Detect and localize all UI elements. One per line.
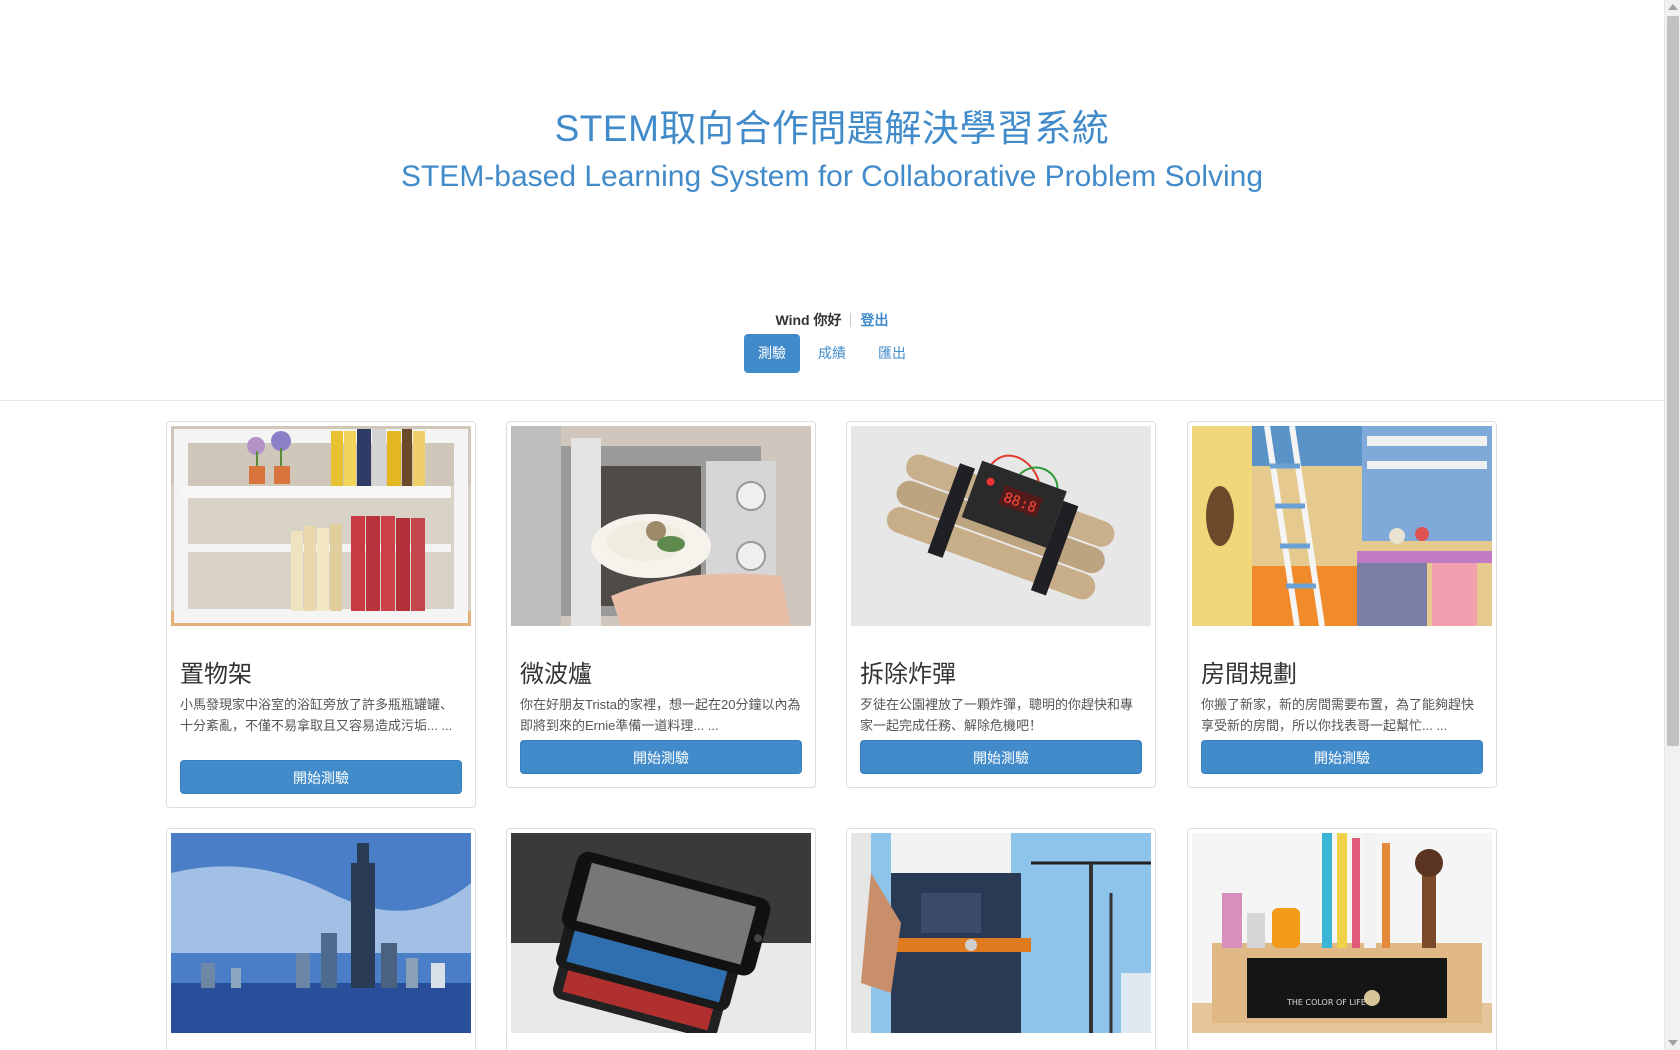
- card-description: 你搬了新家，新的房間需要布置，為了能夠趕快享受新的房間，所以你找表哥一起幫忙..…: [1201, 697, 1475, 733]
- card-worker: [846, 828, 1156, 1050]
- pen-holder-photo: THE COLOR OF LIFE: [1192, 833, 1492, 1033]
- card-title: 微波爐: [520, 660, 592, 688]
- bedroom-photo: [1192, 426, 1492, 626]
- construction-worker-photo: [851, 833, 1151, 1033]
- scroll-up-icon[interactable]: [1668, 4, 1678, 10]
- vertical-scrollbar[interactable]: [1664, 0, 1680, 1050]
- scroll-down-icon[interactable]: [1668, 1040, 1678, 1046]
- svg-text:THE COLOR OF LIFE: THE COLOR OF LIFE: [1286, 998, 1366, 1007]
- page-title-zh: STEM取向合作問題解決學習系統: [554, 108, 1110, 149]
- city-skyline-photo: [171, 833, 471, 1033]
- time-bomb-photo: 88:8: [851, 426, 1151, 626]
- card-description: 你在好朋友Trista的家裡，想一起在20分鐘以內為即將到來的Ernie準備一道…: [520, 697, 801, 733]
- card-pen-holder: THE COLOR OF LIFE: [1187, 828, 1497, 1050]
- card-bomb: 88:8 拆除炸彈 歹徒在公園裡放了一顆炸彈，聰明的你趕快和專家一起完成任務、解…: [846, 421, 1156, 788]
- card-description: 歹徒在公園裡放了一顆炸彈，聰明的你趕快和專家一起完成任務、解除危機吧！: [860, 697, 1134, 733]
- start-test-button[interactable]: 開始測驗: [1201, 740, 1483, 774]
- tab-test[interactable]: 測驗: [744, 334, 800, 373]
- microwave-photo: [511, 426, 811, 626]
- card-title: 置物架: [180, 660, 252, 688]
- page: STEM取向合作問題解決學習系統 STEM-based Learning Sys…: [0, 0, 1664, 1050]
- header: STEM取向合作問題解決學習系統 STEM-based Learning Sys…: [0, 0, 1664, 401]
- card-description: 小馬發現家中浴室的浴缸旁放了許多瓶瓶罐罐、十分紊亂，不僅不易拿取且又容易造成污垢…: [180, 697, 454, 733]
- logout-link[interactable]: 登出: [860, 312, 888, 328]
- main-nav: 測驗 成績 匯出: [0, 334, 1664, 373]
- card-phones: [506, 828, 816, 1050]
- card-title: 拆除炸彈: [860, 660, 956, 688]
- card-city: [166, 828, 476, 1050]
- tab-scores[interactable]: 成績: [804, 334, 860, 373]
- card-microwave: 微波爐 你在好朋友Trista的家裡，想一起在20分鐘以內為即將到來的Ernie…: [506, 421, 816, 788]
- user-bar: Wind 你好 登出: [0, 310, 1664, 330]
- page-title-en: STEM-based Learning System for Collabora…: [400, 160, 1264, 193]
- card-room: 房間規劃 你搬了新家，新的房間需要布置，為了能夠趕快享受新的房間，所以你找表哥一…: [1187, 421, 1497, 788]
- tab-export[interactable]: 匯出: [864, 334, 920, 373]
- shelf-with-books-photo: [171, 426, 471, 626]
- start-test-button[interactable]: 開始測驗: [860, 740, 1142, 774]
- smartphones-photo: [511, 833, 811, 1033]
- user-greeting: Wind 你好: [775, 312, 842, 328]
- card-title: 房間規劃: [1201, 660, 1297, 688]
- card-shelf: 置物架 小馬發現家中浴室的浴缸旁放了許多瓶瓶罐罐、十分紊亂，不僅不易拿取且又容易…: [166, 421, 476, 808]
- scrollbar-thumb[interactable]: [1667, 16, 1679, 746]
- divider: [850, 313, 852, 327]
- start-test-button[interactable]: 開始測驗: [520, 740, 802, 774]
- start-test-button[interactable]: 開始測驗: [180, 760, 462, 794]
